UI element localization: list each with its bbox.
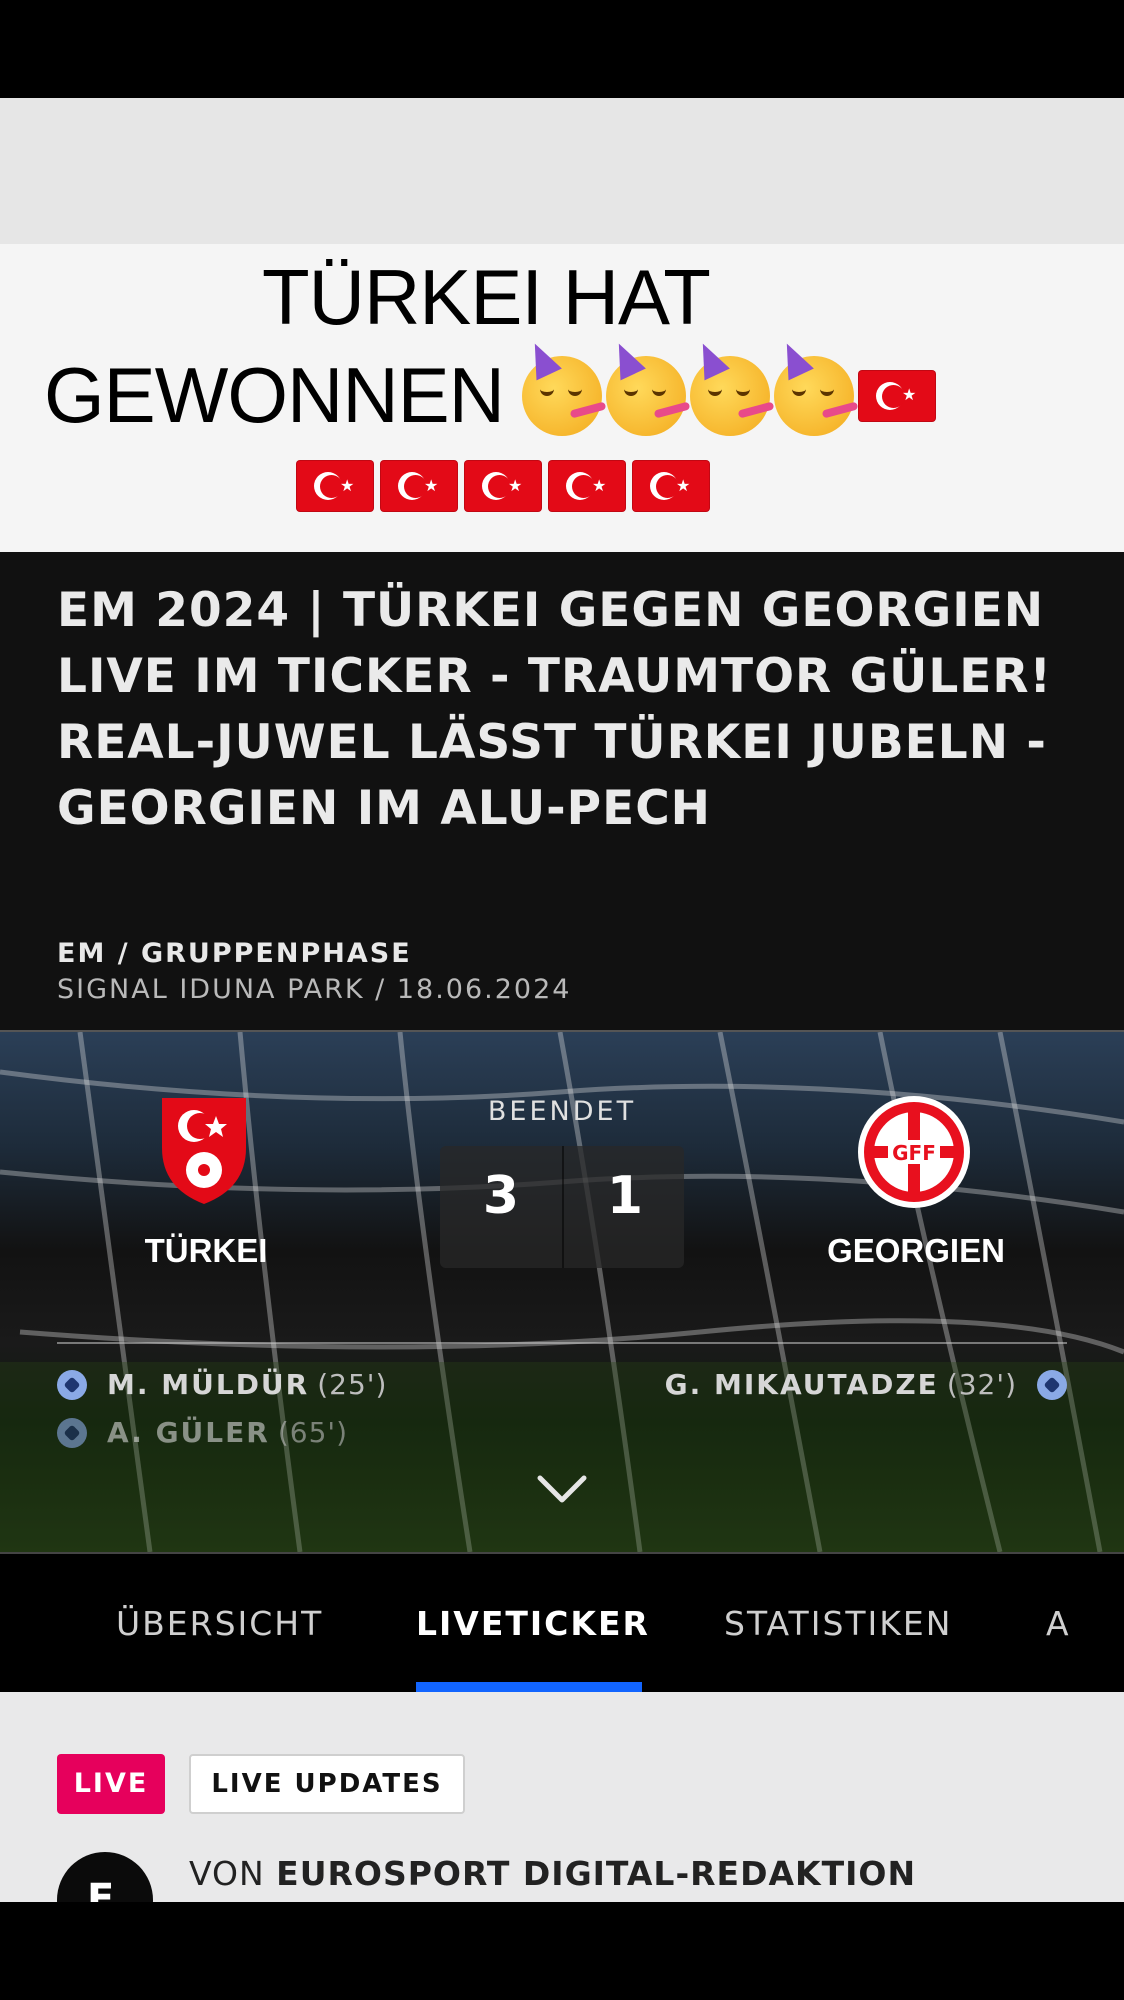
story-caption: TÜRKEI HAT GEWONNEN ★ ★ ★ ★ ★ ★ [0, 244, 1124, 552]
emoji-row: ★ [522, 337, 936, 436]
turkey-flag-icon: ★ [858, 369, 936, 422]
partying-face-emoji [774, 337, 859, 436]
match-scoreboard: BEENDET GFF TÜRKEI GEORGIEN 3 1 M. MÜLDÜ… [0, 1032, 1124, 1552]
scorers-divider [57, 1342, 1067, 1344]
scorer-minute: (32') [946, 1368, 1017, 1401]
tab-bar: ÜBERSICHT LIVETICKER STATISTIKEN A [0, 1554, 1124, 1692]
scorer-name: G. MIKAUTADZE [664, 1368, 939, 1401]
caption-line-2-text: GEWONNEN [44, 351, 505, 439]
scorer-minute: (65') [277, 1416, 349, 1449]
caption-flag-row: ★ ★ ★ ★ ★ [296, 460, 710, 512]
scorer-minute: (25') [317, 1368, 388, 1401]
caption-line-1: TÜRKEI HAT [262, 253, 711, 341]
soccer-ball-icon [57, 1417, 87, 1448]
bottom-black-bar [0, 1902, 1124, 2000]
liveticker-content: LIVE LIVE UPDATES E VON EUROSPORT DIGITA… [0, 1692, 1124, 1902]
scorer-name: M. MÜLDÜR [107, 1368, 310, 1401]
away-score: 1 [606, 1166, 644, 1226]
home-scorer: A. GÜLER (65') [57, 1416, 348, 1449]
author-name: EUROSPORT DIGITAL-REDAKTION [276, 1854, 917, 1893]
turkey-flag-icon: ★ [464, 460, 542, 512]
venue-date-label: SIGNAL IDUNA PARK / 18.06.2024 [57, 974, 572, 1005]
soccer-ball-icon [57, 1369, 87, 1400]
partying-face-emoji [606, 337, 691, 436]
gff-text: GFF [892, 1141, 936, 1165]
away-scorer: G. MIKAUTADZE (32') [665, 1368, 1067, 1401]
top-grey-banner [0, 98, 1124, 244]
partying-face-emoji [522, 337, 607, 436]
eurosport-logo-icon: E [87, 1876, 115, 1902]
author-prefix: VON [189, 1854, 265, 1893]
active-tab-indicator [416, 1682, 642, 1692]
soccer-ball-icon [1037, 1369, 1067, 1400]
chevron-down-icon[interactable] [536, 1472, 588, 1506]
tab-liveticker[interactable]: LIVETICKER [416, 1604, 650, 1643]
author-line: VON EUROSPORT DIGITAL-REDAKTION [189, 1854, 916, 1893]
scorer-name: A. GÜLER [107, 1416, 270, 1449]
live-badge: LIVE [57, 1754, 165, 1814]
author-avatar: E [57, 1852, 153, 1902]
score-box: 3 1 [440, 1146, 684, 1268]
turkey-flag-icon: ★ [296, 460, 374, 512]
turkey-flag-icon: ★ [380, 460, 458, 512]
away-team-name: GEORGIEN [827, 1232, 1005, 1269]
article-title: EM 2024 | TÜRKEI GEGEN GEORGIEN LIVE IM … [57, 583, 1052, 836]
turkey-flag-icon: ★ [632, 460, 710, 512]
turkey-flag-icon: ★ [548, 460, 626, 512]
turkey-crest-icon [162, 1098, 246, 1204]
partying-face-emoji [690, 337, 775, 436]
tab-statistiken[interactable]: STATISTIKEN [724, 1604, 952, 1643]
competition-label: EM / GRUPPENPHASE [57, 938, 412, 969]
home-team-name: TÜRKEI [144, 1232, 268, 1269]
home-scorer: M. MÜLDÜR (25') [57, 1368, 387, 1401]
article-header: EM 2024 | TÜRKEI GEGEN GEORGIEN LIVE IM … [0, 552, 1124, 1030]
caption-line-2: GEWONNEN ★ [44, 337, 936, 441]
top-black-bar [0, 0, 1124, 98]
tab-truncated[interactable]: A [1046, 1604, 1071, 1643]
tab-uebersicht[interactable]: ÜBERSICHT [116, 1604, 323, 1643]
home-score: 3 [482, 1166, 520, 1226]
live-updates-badge[interactable]: LIVE UPDATES [189, 1754, 465, 1814]
georgia-gff-crest-icon: GFF [858, 1096, 970, 1208]
